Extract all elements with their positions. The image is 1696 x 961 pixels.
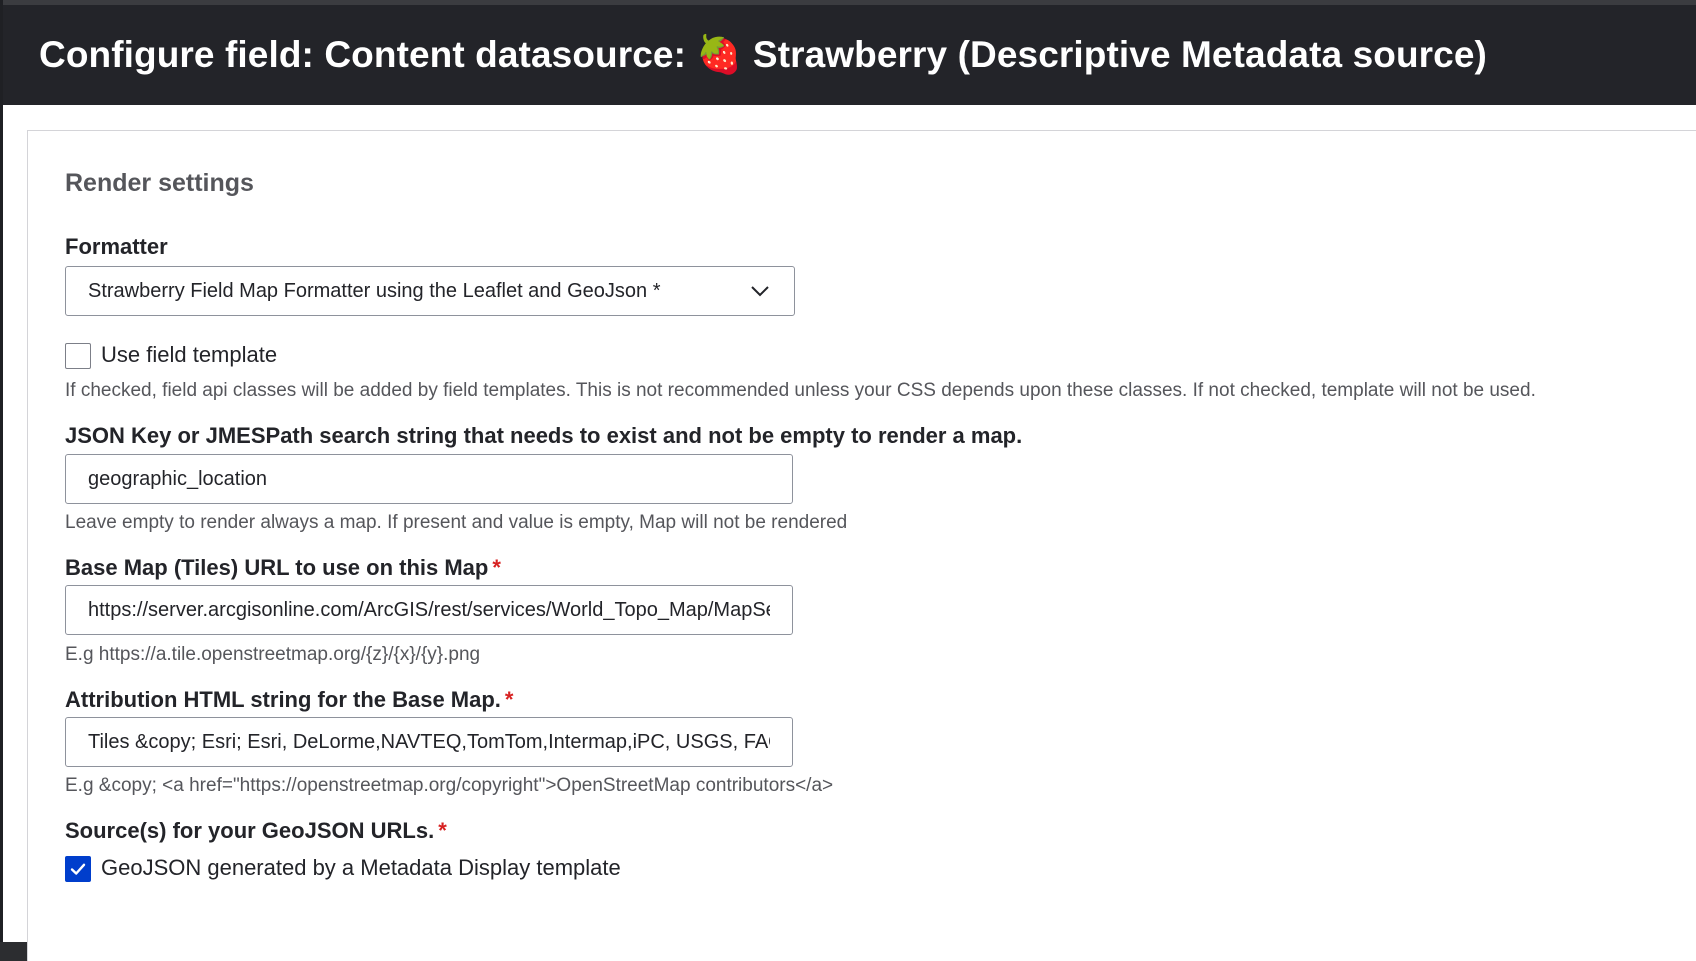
geojson-metadata-display-label: GeoJSON generated by a Metadata Display … (101, 855, 621, 880)
use-field-template-description: If checked, field api classes will be ad… (65, 380, 1536, 401)
geojson-sources-label-text: Source(s) for your GeoJSON URLs. (65, 818, 435, 843)
chevron-down-icon (751, 286, 769, 297)
required-marker: * (504, 687, 514, 712)
formatter-selected-value: Strawberry Field Map Formatter using the… (88, 279, 661, 302)
fieldset-legend: Render settings (65, 169, 254, 197)
formatter-label: Formatter (65, 234, 168, 259)
json-key-label: JSON Key or JMESPath search string that … (65, 423, 1023, 448)
render-settings-fieldset: Render settings Formatter Strawberry Fie… (27, 130, 1696, 961)
use-field-template-checkbox[interactable] (65, 343, 91, 369)
dialog-header: Configure field: Content datasource: 🍓 S… (3, 5, 1696, 105)
required-marker: * (492, 555, 501, 580)
formatter-select[interactable]: Strawberry Field Map Formatter using the… (65, 266, 795, 316)
dialog-title: Configure field: Content datasource: 🍓 S… (39, 33, 1487, 75)
dialog-content: Render settings Formatter Strawberry Fie… (3, 105, 1696, 961)
base-map-label-text: Base Map (Tiles) URL to use on this Map (65, 555, 489, 580)
attribution-label-text: Attribution HTML string for the Base Map… (65, 687, 501, 712)
geojson-sources-label: Source(s) for your GeoJSON URLs. * (65, 818, 447, 844)
base-map-label: Base Map (Tiles) URL to use on this Map * (65, 555, 501, 581)
json-key-input[interactable]: geographic_location (65, 454, 793, 504)
attribution-input[interactable]: Tiles &copy; Esri; Esri, DeLorme,NAVTEQ,… (65, 717, 793, 767)
attribution-label: Attribution HTML string for the Base Map… (65, 687, 513, 713)
geojson-metadata-display-checkbox[interactable] (65, 856, 91, 882)
checkmark-icon (70, 863, 86, 875)
json-key-value: geographic_location (88, 467, 268, 490)
attribution-description: E.g &copy; <a href="https://openstreetma… (65, 775, 834, 796)
base-map-url-input[interactable]: https://server.arcgisonline.com/ArcGIS/r… (65, 585, 793, 635)
json-key-description: Leave empty to render always a map. If p… (65, 512, 848, 533)
attribution-value: Tiles &copy; Esri; Esri, DeLorme,NAVTEQ,… (88, 730, 770, 753)
base-map-url-value: https://server.arcgisonline.com/ArcGIS/r… (88, 598, 770, 621)
base-map-description: E.g https://a.tile.openstreetmap.org/{z}… (65, 644, 481, 665)
use-field-template-label: Use field template (101, 342, 278, 367)
required-marker: * (438, 818, 447, 843)
